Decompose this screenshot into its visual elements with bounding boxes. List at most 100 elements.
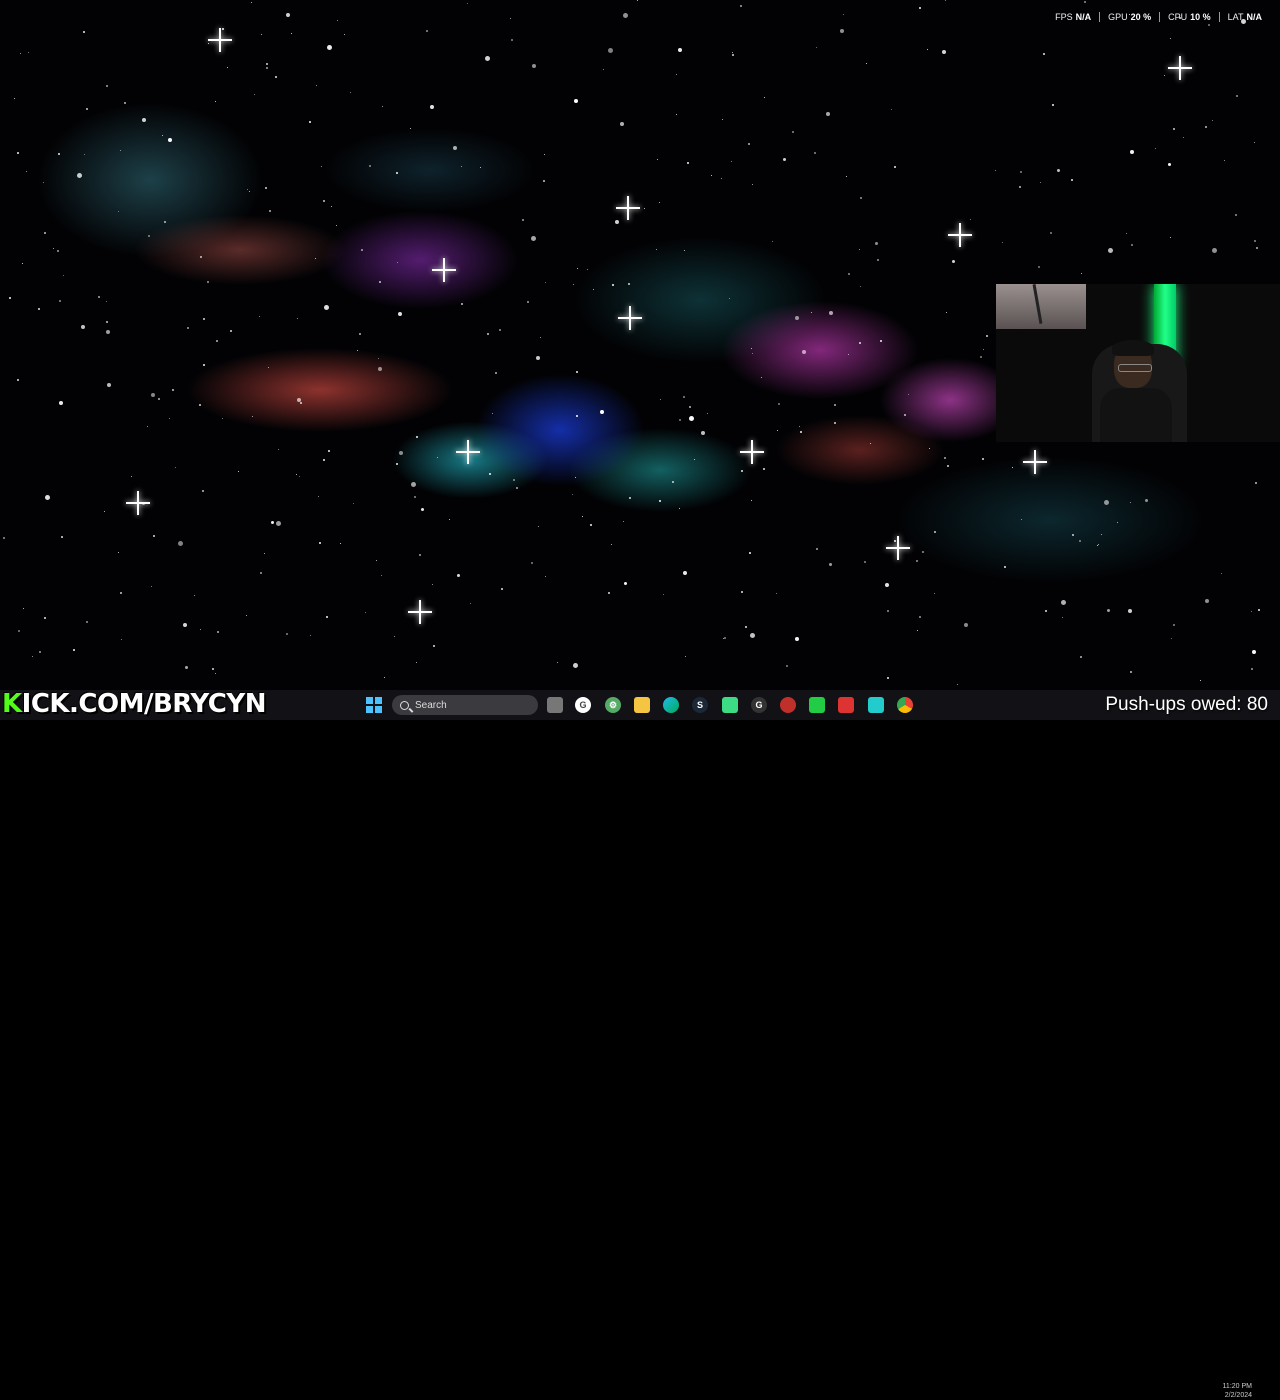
star: [327, 45, 332, 50]
star: [169, 418, 170, 419]
star: [522, 219, 524, 221]
star: [1062, 617, 1063, 618]
clock-time: 11:20 PM: [1222, 1383, 1252, 1390]
star: [1050, 232, 1052, 234]
star: [947, 465, 949, 467]
star: [934, 531, 936, 533]
star: [1080, 656, 1082, 658]
video-app-icon[interactable]: [838, 697, 854, 713]
star: [291, 33, 292, 34]
star: [22, 263, 23, 264]
star: [1224, 160, 1225, 161]
star: [487, 333, 489, 335]
star: [148, 235, 150, 237]
chrome-icon[interactable]: [897, 697, 913, 713]
star: [38, 308, 40, 310]
star: [1126, 233, 1127, 234]
star: [461, 303, 463, 305]
star: [200, 256, 202, 258]
star: [222, 28, 224, 30]
star: [672, 481, 674, 483]
star: [1168, 163, 1171, 166]
star: [929, 448, 930, 449]
star: [880, 340, 882, 342]
star: [741, 591, 743, 593]
star: [45, 495, 50, 500]
star: [908, 394, 909, 395]
star: [795, 637, 799, 641]
gpu-stat: GPU 20 %: [1099, 12, 1159, 22]
star: [1081, 273, 1082, 274]
star: [18, 630, 20, 632]
star: [751, 348, 752, 349]
star: [162, 135, 163, 136]
green-app-icon[interactable]: [809, 697, 825, 713]
star: [1258, 609, 1260, 611]
star: [269, 210, 271, 212]
taskbar-search[interactable]: Search: [392, 695, 538, 715]
star: [986, 335, 988, 337]
star: [187, 327, 189, 329]
webcam-feed: [996, 284, 1280, 442]
star: [778, 403, 780, 405]
system-tray-clock[interactable]: 11:20 PM 2/2/2024: [1160, 1382, 1252, 1400]
discord-icon[interactable]: [868, 697, 884, 713]
star: [416, 436, 418, 438]
star: [678, 48, 682, 52]
star: [593, 289, 594, 290]
start-icon[interactable]: [366, 697, 382, 713]
star: [545, 282, 546, 283]
star: [800, 431, 802, 433]
star: [917, 630, 918, 631]
star: [1128, 609, 1132, 613]
star: [637, 0, 638, 1]
star: [158, 398, 160, 400]
star: [326, 616, 328, 618]
star: [73, 649, 75, 651]
star: [203, 318, 205, 320]
star: [1045, 610, 1047, 612]
star: [623, 13, 628, 18]
red-app-icon[interactable]: [780, 697, 796, 713]
star: [870, 443, 871, 444]
star: [398, 312, 402, 316]
star: [121, 639, 122, 640]
star: [276, 521, 281, 526]
star: [615, 220, 619, 224]
star: [200, 629, 201, 630]
steam-icon[interactable]: S: [692, 697, 708, 713]
edge-icon[interactable]: [663, 697, 679, 713]
epic-icon[interactable]: G: [751, 697, 767, 713]
star: [946, 312, 947, 313]
star: [58, 153, 60, 155]
star: [336, 225, 337, 226]
star: [891, 109, 892, 110]
android-icon[interactable]: [722, 697, 738, 713]
star: [934, 593, 935, 594]
star: [492, 413, 493, 414]
star: [410, 128, 411, 129]
star: [318, 496, 319, 497]
star: [846, 176, 847, 177]
star: [461, 166, 462, 167]
star: [582, 516, 583, 517]
star: [964, 623, 968, 627]
star: [212, 668, 214, 670]
star: [499, 329, 501, 331]
star: [246, 615, 247, 616]
google-icon[interactable]: G: [575, 697, 591, 713]
star: [1117, 522, 1118, 523]
star: [430, 105, 434, 109]
star: [1104, 500, 1109, 505]
star: [106, 301, 107, 302]
task-view-icon[interactable]: [547, 697, 563, 713]
file-explorer-icon[interactable]: [634, 697, 650, 713]
star: [1057, 169, 1060, 172]
performance-overlay: FPS N/A GPU 20 % CPU 10 % LAT N/A: [1047, 12, 1270, 22]
star: [175, 467, 176, 468]
star: [834, 422, 836, 424]
webcam-person-glasses: [1118, 364, 1152, 372]
star: [207, 281, 209, 283]
settings-icon[interactable]: ⚙: [605, 697, 621, 713]
star: [701, 431, 705, 435]
